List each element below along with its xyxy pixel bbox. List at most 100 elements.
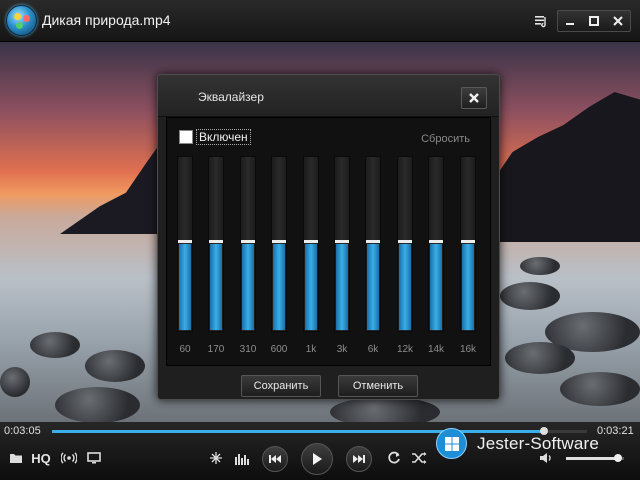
equalizer-band-level	[210, 244, 222, 330]
equalizer-button[interactable]	[233, 450, 251, 466]
equalizer-band-handle[interactable]	[429, 240, 443, 243]
equalizer-band-handle[interactable]	[398, 240, 412, 243]
equalizer-band-label: 600	[270, 344, 288, 355]
shuffle-icon	[412, 452, 427, 464]
equalizer-title: Эквалайзер	[198, 90, 264, 104]
repeat-button[interactable]	[385, 450, 403, 466]
play-button[interactable]	[301, 443, 333, 475]
previous-button[interactable]	[262, 446, 288, 472]
equalizer-band-handle[interactable]	[366, 240, 380, 243]
video-frame-rock	[0, 367, 30, 397]
next-button[interactable]	[346, 446, 372, 472]
watermark-text: Jester-Software	[477, 433, 600, 453]
sparkle-icon	[210, 452, 222, 464]
windows-logo-icon	[436, 428, 467, 459]
equalizer-header: Эквалайзер	[158, 75, 499, 117]
equalizer-band-handle[interactable]	[461, 240, 475, 243]
equalizer-band-slider[interactable]	[208, 156, 224, 332]
equalizer-band-label: 16k	[459, 344, 477, 355]
equalizer-band-label: 60	[179, 344, 191, 355]
broadcast-button[interactable]	[60, 450, 78, 466]
watermark: Jester-Software	[436, 428, 599, 459]
broadcast-icon	[61, 452, 77, 464]
video-frame-rock	[55, 387, 140, 422]
open-folder-button[interactable]	[8, 450, 24, 466]
minimize-button[interactable]	[558, 16, 582, 26]
skip-forward-icon	[353, 455, 365, 463]
equalizer-band-label: 1k	[305, 344, 317, 355]
equalizer-band-handle[interactable]	[209, 240, 223, 243]
equalizer-band-level	[336, 244, 348, 330]
equalizer-band-level	[242, 244, 254, 330]
equalizer-band-level	[273, 244, 285, 330]
equalizer-band-handle[interactable]	[335, 240, 349, 243]
equalizer-band-slider[interactable]	[271, 156, 287, 332]
equalizer-band-level	[367, 244, 379, 330]
equalizer-band-level	[430, 244, 442, 330]
equalizer-band-level	[305, 244, 317, 330]
screen-button[interactable]	[86, 450, 102, 466]
title-bar: Дикая природа.mp4	[0, 0, 640, 42]
equalizer-reset-link[interactable]: Сбросить	[421, 133, 470, 145]
shuffle-button[interactable]	[410, 450, 428, 466]
equalizer-band-level	[399, 244, 411, 330]
app-logo-icon[interactable]	[6, 5, 37, 36]
hq-button[interactable]: HQ	[29, 450, 53, 466]
playlist-icon	[535, 16, 546, 28]
equalizer-band-slider[interactable]	[365, 156, 381, 332]
video-frame-rock	[330, 397, 440, 422]
folder-icon	[10, 454, 22, 463]
repeat-icon	[388, 451, 400, 464]
effects-button[interactable]	[208, 450, 224, 466]
equalizer-save-button[interactable]: Сохранить	[241, 375, 321, 397]
equalizer-band-label: 12k	[396, 344, 414, 355]
equalizer-band-level	[462, 244, 474, 330]
video-frame-rock	[85, 350, 145, 382]
equalizer-band-slider[interactable]	[428, 156, 444, 332]
equalizer-band-level	[179, 244, 191, 330]
minimize-icon	[566, 23, 574, 25]
equalizer-enable-label[interactable]: Включен	[196, 129, 251, 145]
volume-slider-handle[interactable]	[614, 454, 622, 462]
video-frame-rock	[30, 332, 80, 358]
equalizer-panel: Включен Сбросить 60 170 310 600 1k 3k 6k 12k 14k…	[166, 117, 491, 366]
equalizer-band-slider[interactable]	[303, 156, 319, 332]
equalizer-band-label: 3k	[336, 344, 348, 355]
playlist-button[interactable]	[530, 10, 552, 32]
play-icon	[313, 453, 322, 465]
equalizer-band-slider[interactable]	[397, 156, 413, 332]
maximize-icon	[589, 16, 599, 26]
equalizer-band-label: 6k	[367, 344, 379, 355]
video-frame-rock	[500, 282, 560, 310]
equalizer-enable-checkbox[interactable]	[179, 130, 193, 144]
close-icon	[613, 16, 623, 26]
equalizer-band-slider[interactable]	[334, 156, 350, 332]
equalizer-band-handle[interactable]	[178, 240, 192, 243]
video-frame-rock	[520, 257, 560, 275]
equalizer-band-slider[interactable]	[460, 156, 476, 332]
equalizer-band-label: 170	[207, 344, 225, 355]
equalizer-band-label: 14k	[427, 344, 445, 355]
equalizer-cancel-button[interactable]: Отменить	[338, 375, 418, 397]
total-duration: 0:03:21	[597, 425, 634, 437]
monitor-icon	[87, 452, 101, 464]
equalizer-band-handle[interactable]	[241, 240, 255, 243]
video-frame-rock	[560, 372, 640, 406]
window-controls	[557, 10, 631, 32]
equalizer-enable-toggle[interactable]: Включен	[179, 129, 251, 145]
equalizer-band-handle[interactable]	[304, 240, 318, 243]
equalizer-band-slider[interactable]	[240, 156, 256, 332]
maximize-button[interactable]	[582, 16, 606, 26]
equalizer-band-handle[interactable]	[272, 240, 286, 243]
close-icon	[469, 93, 479, 103]
equalizer-close-button[interactable]	[461, 87, 487, 109]
equalizer-icon	[235, 453, 249, 465]
elapsed-time: 0:03:05	[4, 425, 41, 437]
window-title: Дикая природа.mp4	[42, 12, 171, 28]
video-frame-rock	[505, 342, 575, 374]
close-button[interactable]	[606, 16, 630, 26]
equalizer-band-slider[interactable]	[177, 156, 193, 332]
equalizer-dialog: Эквалайзер Включен Сбросить 60 170 310 600 1…	[157, 74, 500, 400]
equalizer-band-label: 310	[239, 344, 257, 355]
skip-back-icon	[269, 455, 281, 463]
